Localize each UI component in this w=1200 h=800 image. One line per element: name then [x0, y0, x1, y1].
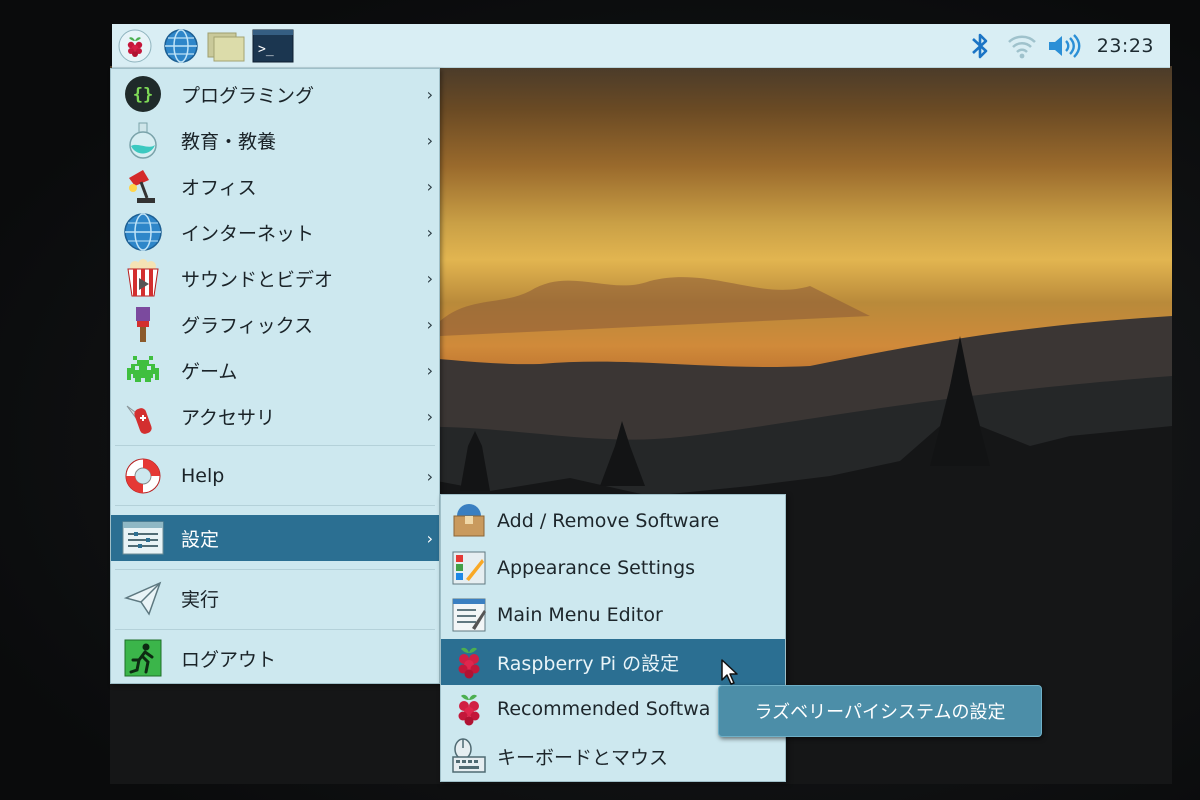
education-flask-icon: [121, 118, 165, 162]
submenu-item-label: Appearance Settings: [497, 557, 696, 579]
globe-icon: [121, 210, 165, 254]
svg-text:>_: >_: [258, 42, 274, 57]
volume-icon: [1048, 33, 1081, 58]
tooltip-text: ラズベリーパイシステムの設定: [754, 702, 1006, 723]
submenu-arrow-icon: ›: [426, 360, 433, 380]
submenu-arrow-icon: ›: [426, 222, 433, 242]
submenu-arrow-icon: ›: [426, 466, 433, 486]
submenu-arrow-icon: ›: [426, 176, 433, 196]
package-box-icon: [449, 501, 489, 541]
terminal-icon: >_: [252, 29, 294, 62]
paper-plane-icon: [121, 576, 165, 620]
menu-item-run[interactable]: 実行: [111, 575, 439, 621]
globe-icon: [164, 28, 198, 63]
menu-item-education[interactable]: 教育・教養 ›: [111, 117, 439, 163]
file-manager-button[interactable]: [204, 24, 250, 68]
settings-panel-icon: [121, 516, 165, 560]
menu-item-label: インターネット: [181, 222, 315, 245]
menu-separator: [115, 629, 435, 630]
popcorn-icon: [121, 256, 165, 300]
tooltip: ラズベリーパイシステムの設定: [718, 685, 1042, 737]
submenu-item-main-menu-editor[interactable]: Main Menu Editor: [441, 592, 785, 638]
volume-button[interactable]: [1043, 24, 1085, 68]
submenu-item-add-remove-software[interactable]: Add / Remove Software: [441, 498, 785, 544]
swiss-knife-icon: [121, 394, 165, 438]
menu-item-office[interactable]: オフィス ›: [111, 163, 439, 209]
submenu-item-label: キーボードとマウス: [497, 746, 669, 769]
web-browser-button[interactable]: [158, 24, 204, 68]
menu-separator: [115, 569, 435, 570]
submenu-item-appearance-settings[interactable]: Appearance Settings: [441, 545, 785, 591]
menu-item-label: プログラミング: [181, 84, 315, 107]
submenu-item-label: Raspberry Pi の設定: [497, 652, 680, 675]
submenu-arrow-icon: ›: [426, 528, 433, 548]
bluetooth-button[interactable]: [959, 24, 1001, 68]
terminal-button[interactable]: >_: [250, 24, 296, 68]
submenu-item-label: Add / Remove Software: [497, 510, 720, 532]
keyboard-mouse-icon: [449, 736, 489, 776]
bluetooth-icon: [971, 33, 988, 58]
menu-item-label: グラフィックス: [181, 314, 314, 337]
menu-separator: [115, 505, 435, 506]
wifi-button[interactable]: [1001, 24, 1043, 68]
top-panel: >_ 23:23: [112, 24, 1170, 68]
menu-item-graphics[interactable]: グラフィックス ›: [111, 301, 439, 347]
wifi-icon: [1007, 35, 1036, 58]
clock[interactable]: 23:23: [1097, 35, 1154, 57]
menu-item-label: 設定: [181, 528, 220, 551]
menu-item-preferences[interactable]: 設定 ›: [111, 515, 439, 561]
lifebuoy-icon: [121, 454, 165, 498]
raspberry-icon: [449, 689, 489, 729]
menu-item-label: 教育・教養: [181, 130, 277, 153]
menu-item-label: オフィス: [181, 176, 257, 199]
raspberry-menu-button[interactable]: [112, 24, 158, 68]
menu-item-programming[interactable]: {} プログラミング ›: [111, 71, 439, 117]
submenu-item-label: Recommended Softwa: [497, 698, 711, 720]
menu-item-label: サウンドとビデオ: [181, 268, 334, 291]
menu-item-label: アクセサリ: [181, 406, 276, 429]
submenu-item-label: Main Menu Editor: [497, 604, 663, 626]
submenu-arrow-icon: ›: [426, 314, 433, 334]
mouse-cursor-icon: [721, 659, 738, 685]
folder-icon: [207, 32, 245, 61]
submenu-arrow-icon: ›: [426, 130, 433, 150]
submenu-arrow-icon: ›: [426, 84, 433, 104]
menu-item-help[interactable]: Help ›: [111, 453, 439, 499]
svg-text:{}: {}: [133, 85, 153, 105]
space-invader-icon: [121, 348, 165, 392]
raspberry-icon: [118, 29, 152, 62]
programming-icon: {}: [121, 72, 165, 116]
menu-item-games[interactable]: ゲーム ›: [111, 347, 439, 393]
paintbrush-icon: [121, 302, 165, 346]
menu-editor-icon: [449, 595, 489, 635]
menu-item-label: ログアウト: [181, 648, 277, 671]
submenu-arrow-icon: ›: [426, 268, 433, 288]
office-lamp-icon: [121, 164, 165, 208]
menu-separator: [115, 445, 435, 446]
preferences-submenu: Add / Remove Software Appearance Setting…: [440, 494, 786, 782]
submenu-arrow-icon: ›: [426, 406, 433, 426]
menu-item-accessories[interactable]: アクセサリ ›: [111, 393, 439, 439]
raspberry-icon: [449, 642, 489, 682]
menu-item-sound-video[interactable]: サウンドとビデオ ›: [111, 255, 439, 301]
submenu-item-keyboard-mouse[interactable]: キーボードとマウス: [441, 733, 785, 779]
menu-item-logout[interactable]: ログアウト: [111, 635, 439, 681]
appearance-swatch-icon: [449, 548, 489, 588]
menu-item-label: 実行: [181, 588, 220, 611]
menu-item-label: Help: [181, 465, 225, 487]
menu-item-label: ゲーム: [181, 360, 238, 383]
exit-running-icon: [121, 636, 165, 680]
main-menu: {} プログラミング › 教育・教養 › オフィス › インターネット › サウ…: [110, 68, 440, 684]
menu-item-internet[interactable]: インターネット ›: [111, 209, 439, 255]
